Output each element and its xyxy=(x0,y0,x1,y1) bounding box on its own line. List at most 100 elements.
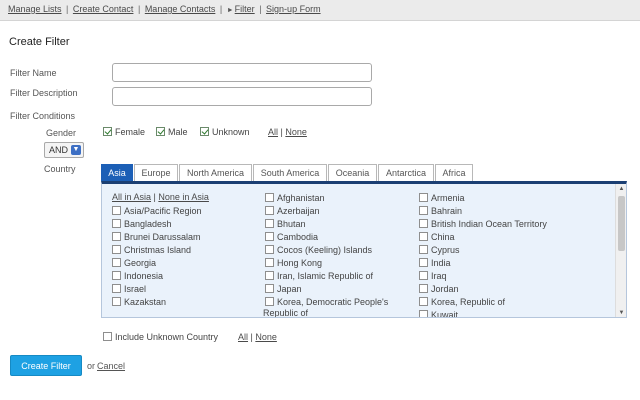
country-item[interactable]: Japan xyxy=(265,284,302,294)
gender-unknown-option[interactable]: Unknown xyxy=(200,127,250,137)
filter-name-input[interactable] xyxy=(112,63,372,82)
country-label: Armenia xyxy=(431,193,465,203)
country-item[interactable]: India xyxy=(419,258,451,268)
country-label: Korea, Democratic People's xyxy=(277,297,389,307)
checkbox-icon[interactable] xyxy=(265,206,274,215)
country-item[interactable]: Armenia xyxy=(419,193,465,203)
country-item[interactable]: Cyprus xyxy=(419,245,460,255)
none-in-asia-link[interactable]: None in Asia xyxy=(158,192,209,202)
gender-none-link[interactable]: None xyxy=(285,127,307,137)
country-label: Georgia xyxy=(124,258,157,268)
checkbox-icon[interactable] xyxy=(265,271,274,280)
country-label: China xyxy=(431,232,455,242)
operator-select[interactable]: AND ▼ xyxy=(44,142,84,158)
country-item[interactable]: Afghanistan xyxy=(265,193,325,203)
tab-antarctica[interactable]: Antarctica xyxy=(378,164,434,181)
country-item[interactable]: Korea, Republic of xyxy=(419,297,505,307)
country-none-link[interactable]: None xyxy=(255,332,277,342)
nav-filter[interactable]: Filter xyxy=(235,4,255,14)
checkbox-icon[interactable] xyxy=(419,219,428,228)
gender-all-link[interactable]: All xyxy=(268,127,278,137)
country-item[interactable]: Cambodia xyxy=(265,232,318,242)
checkbox-icon[interactable] xyxy=(265,258,274,267)
checkbox-icon[interactable] xyxy=(265,284,274,293)
scroll-up-icon[interactable]: ▲ xyxy=(616,184,626,194)
checkbox-icon[interactable] xyxy=(419,193,428,202)
country-item[interactable]: Bhutan xyxy=(265,219,306,229)
tab-asia[interactable]: Asia xyxy=(101,164,133,181)
checkbox-icon[interactable] xyxy=(419,284,428,293)
country-all-link[interactable]: All xyxy=(238,332,248,342)
checkbox-icon[interactable] xyxy=(419,297,428,306)
country-item[interactable]: Kuwait xyxy=(419,310,458,317)
country-item[interactable]: Brunei Darussalam xyxy=(112,232,201,242)
checkbox-icon[interactable] xyxy=(112,271,121,280)
scroll-thumb[interactable] xyxy=(618,196,625,251)
gender-female-option[interactable]: Female xyxy=(103,127,145,137)
checkbox-icon[interactable] xyxy=(419,206,428,215)
checkbox-icon[interactable] xyxy=(103,332,112,341)
nav-manage-contacts[interactable]: Manage Contacts xyxy=(145,4,216,14)
country-label: Kazakstan xyxy=(124,297,167,307)
country-label: Asia/Pacific Region xyxy=(124,206,202,216)
checkbox-icon[interactable] xyxy=(112,206,121,215)
country-item[interactable]: Korea, Democratic People's xyxy=(265,297,388,307)
country-item[interactable]: Bangladesh xyxy=(112,219,172,229)
checkbox-icon[interactable] xyxy=(112,232,121,241)
country-item[interactable]: Georgia xyxy=(112,258,156,268)
nav-create-contact[interactable]: Create Contact xyxy=(73,4,134,14)
country-item[interactable]: Christmas Island xyxy=(112,245,191,255)
checkbox-icon[interactable] xyxy=(112,258,121,267)
checkbox-icon[interactable] xyxy=(419,271,428,280)
chevron-down-icon[interactable]: ▼ xyxy=(71,145,81,155)
country-item[interactable]: Iraq xyxy=(419,271,447,281)
nav-signup-form[interactable]: Sign-up Form xyxy=(266,4,321,14)
checkbox-icon[interactable] xyxy=(265,193,274,202)
checkbox-icon[interactable] xyxy=(419,258,428,267)
tab-south-america[interactable]: South America xyxy=(253,164,327,181)
country-item[interactable]: British Indian Ocean Territory xyxy=(419,219,547,229)
checkbox-checked-icon[interactable] xyxy=(103,127,112,136)
nav-manage-lists[interactable]: Manage Lists xyxy=(8,4,62,14)
checkbox-checked-icon[interactable] xyxy=(156,127,165,136)
country-item[interactable]: Iran, Islamic Republic of xyxy=(265,271,373,281)
nav-separator: | xyxy=(219,4,223,14)
checkbox-icon[interactable] xyxy=(419,310,428,317)
checkbox-icon[interactable] xyxy=(419,232,428,241)
checkbox-icon[interactable] xyxy=(419,245,428,254)
country-item[interactable]: Hong Kong xyxy=(265,258,322,268)
include-unknown-country-option[interactable]: Include Unknown Country xyxy=(103,332,218,342)
tab-africa[interactable]: Africa xyxy=(435,164,473,181)
tab-europe[interactable]: Europe xyxy=(134,164,178,181)
country-item[interactable]: China xyxy=(419,232,455,242)
cancel-link[interactable]: Cancel xyxy=(97,361,125,371)
checkbox-icon[interactable] xyxy=(265,232,274,241)
gender-male-option[interactable]: Male xyxy=(156,127,188,137)
filter-description-input[interactable] xyxy=(112,87,372,106)
country-item[interactable]: Indonesia xyxy=(112,271,163,281)
country-item[interactable]: Asia/Pacific Region xyxy=(112,206,202,216)
checkbox-icon[interactable] xyxy=(112,245,121,254)
create-filter-button[interactable]: Create Filter xyxy=(10,355,82,376)
checkbox-icon[interactable] xyxy=(112,284,121,293)
country-label: Israel xyxy=(124,284,147,294)
country-item[interactable]: Kazakstan xyxy=(112,297,166,307)
country-item[interactable]: Israel xyxy=(112,284,146,294)
country-item[interactable]: Bahrain xyxy=(419,206,462,216)
checkbox-icon[interactable] xyxy=(265,297,274,306)
checkbox-icon[interactable] xyxy=(112,219,121,228)
checkbox-icon[interactable] xyxy=(112,297,121,306)
country-item[interactable]: Jordan xyxy=(419,284,459,294)
page-title: Create Filter xyxy=(9,36,70,48)
country-label: Japan xyxy=(277,284,302,294)
country-item[interactable]: Azerbaijan xyxy=(265,206,320,216)
tab-oceania[interactable]: Oceania xyxy=(328,164,377,181)
scroll-down-icon[interactable]: ▼ xyxy=(616,308,626,317)
checkbox-icon[interactable] xyxy=(265,219,274,228)
checkbox-icon[interactable] xyxy=(265,245,274,254)
panel-scrollbar[interactable]: ▲ ▼ xyxy=(615,184,626,317)
country-item[interactable]: Cocos (Keeling) Islands xyxy=(265,245,372,255)
tab-north-america[interactable]: North America xyxy=(179,164,252,181)
checkbox-checked-icon[interactable] xyxy=(200,127,209,136)
all-in-asia-link[interactable]: All in Asia xyxy=(112,192,151,202)
